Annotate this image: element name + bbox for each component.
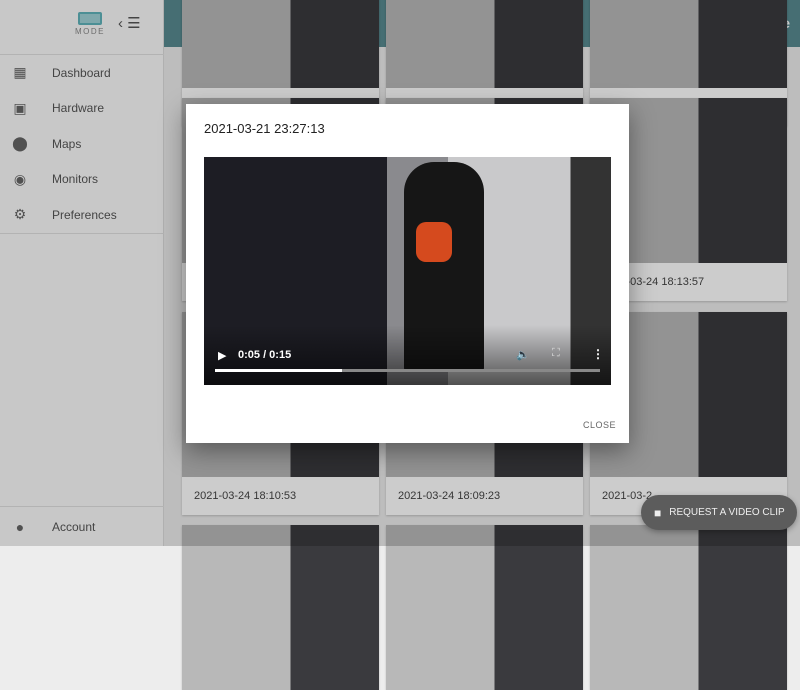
dialog-title: 2021-03-21 23:27:13 — [204, 121, 325, 136]
video-dialog: 2021-03-21 23:27:13 ▶ 0:05 / 0:15 🔈 ⛶ ⋮ … — [186, 104, 629, 443]
volume-icon[interactable]: 🔈 — [516, 348, 530, 361]
request-video-clip-button[interactable]: ■ REQUEST A VIDEO CLIP — [641, 495, 797, 530]
video-time: 0:05 / 0:15 — [238, 349, 292, 361]
close-button[interactable]: CLOSE — [583, 420, 616, 430]
play-icon[interactable]: ▶ — [218, 349, 226, 362]
more-options-icon[interactable]: ⋮ — [592, 347, 604, 361]
video-player[interactable]: ▶ 0:05 / 0:15 🔈 ⛶ ⋮ — [204, 157, 611, 385]
fullscreen-icon[interactable]: ⛶ — [552, 347, 560, 360]
video-progress-bar[interactable] — [215, 369, 600, 372]
video-camera-icon: ■ — [654, 505, 662, 520]
clip-card[interactable] — [386, 525, 583, 690]
clip-card[interactable] — [590, 525, 787, 690]
clip-card[interactable] — [182, 525, 379, 690]
